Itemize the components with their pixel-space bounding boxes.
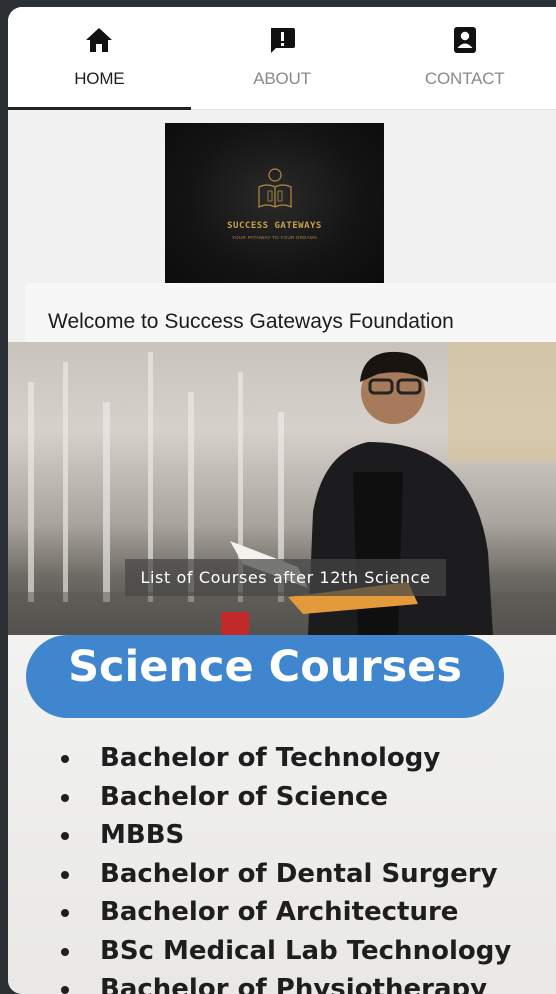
logo-subtitle: YOUR PATHWAY TO YOUR DREAMS [231, 235, 318, 240]
tab-home[interactable]: HOME [8, 7, 191, 110]
course-name: Bachelor of Dental Surgery [100, 858, 498, 889]
list-item: BSc Medical Lab Technology [58, 932, 511, 971]
bullet-icon [61, 909, 69, 917]
active-tab-indicator [8, 107, 191, 110]
list-item: Bachelor of Technology [58, 739, 511, 778]
banner-caption: List of Courses after 12th Science [125, 559, 446, 596]
course-banner-image[interactable]: List of Courses after 12th Science [8, 342, 556, 635]
logo-title: SUCCESS GATEWAYS [227, 221, 322, 231]
tab-contact[interactable]: CONTACT [373, 7, 556, 109]
course-name: Bachelor of Technology [100, 743, 441, 773]
list-item: Bachelor of Physiotherapy [58, 970, 511, 994]
top-navigation: HOME ABOUT CONTACT [8, 7, 556, 110]
course-list: Bachelor of Technology Bachelor of Scien… [58, 739, 511, 994]
welcome-text: Welcome to Success Gateways Foundation [48, 310, 454, 333]
success-gateways-logo: SUCCESS GATEWAYS YOUR PATHWAY TO YOUR DR… [165, 123, 384, 290]
bullet-icon [61, 986, 69, 994]
course-name: BSc Medical Lab Technology [100, 935, 512, 966]
list-item: Bachelor of Architecture [58, 893, 511, 932]
bullet-icon [61, 755, 69, 763]
list-item: Bachelor of Science [58, 778, 511, 817]
tab-home-label: HOME [74, 69, 125, 88]
bullet-icon [61, 947, 69, 956]
contact-icon [453, 27, 476, 53]
tab-about-label: ABOUT [253, 69, 311, 88]
app-window: HOME ABOUT CONTACT SUCCESS GATEWAYS YOUR… [8, 7, 556, 994]
course-name: Bachelor of Architecture [100, 897, 459, 927]
science-courses-graphic: Science Courses Bachelor of Technology B… [8, 635, 556, 994]
course-name: Bachelor of Physiotherapy [100, 974, 488, 994]
bullet-icon [61, 870, 69, 879]
tab-contact-label: CONTACT [424, 69, 505, 88]
about-icon [271, 28, 295, 53]
course-name: MBBS [100, 820, 185, 850]
course-name: Bachelor of Science [100, 781, 389, 812]
bullet-icon [61, 793, 69, 802]
science-courses-heading: Science Courses [68, 642, 462, 692]
tab-about[interactable]: ABOUT [191, 7, 374, 109]
bullet-icon [61, 832, 69, 840]
home-icon [86, 28, 113, 52]
book-emblem-icon [258, 168, 292, 208]
list-item: Bachelor of Dental Surgery [58, 855, 511, 894]
list-item: MBBS [58, 816, 511, 855]
